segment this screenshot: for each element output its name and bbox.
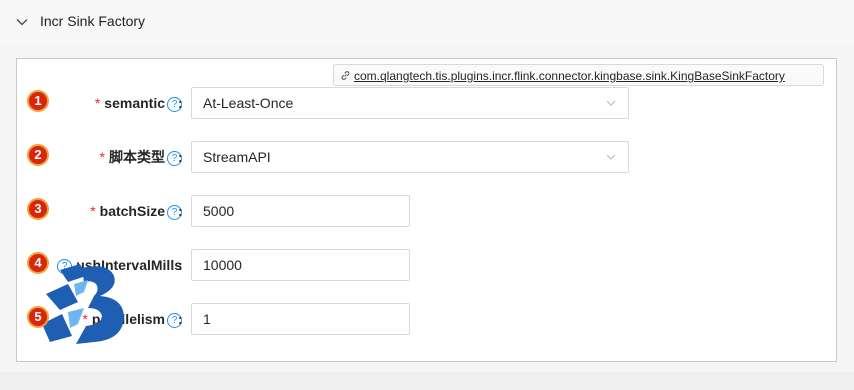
section-title: Incr Sink Factory xyxy=(40,13,146,29)
input-value: 10000 xyxy=(203,257,242,273)
step-badge: 1 xyxy=(27,90,49,112)
chevron-down-icon[interactable] xyxy=(15,15,29,29)
bottom-strip xyxy=(0,372,854,390)
label-colon: : xyxy=(178,203,183,219)
field-label: * batchSize? xyxy=(90,194,182,228)
required-mark: * xyxy=(90,203,96,219)
section-header[interactable]: Incr Sink Factory xyxy=(0,0,854,44)
label-colon: : xyxy=(178,95,183,111)
step-badge: 3 xyxy=(27,198,49,220)
select-value: At-Least-Once xyxy=(203,95,294,111)
step-badge: 2 xyxy=(27,144,49,166)
step-badge: 5 xyxy=(27,306,49,328)
field-label: * 脚本类型? xyxy=(100,140,182,174)
required-mark: * xyxy=(94,95,101,111)
flush-interval-input[interactable]: 10000 xyxy=(191,249,410,281)
field-label-text: semantic xyxy=(104,95,165,111)
input-value: 1 xyxy=(203,311,211,327)
chevron-down-icon xyxy=(606,154,616,160)
input-value: 5000 xyxy=(203,203,235,219)
link-icon xyxy=(341,71,350,81)
field-label-text: 脚本类型 xyxy=(109,149,165,165)
kingbase-logo xyxy=(42,264,124,344)
chevron-down-icon xyxy=(606,100,616,106)
semantic-select[interactable]: At-Least-Once xyxy=(191,87,629,119)
form-row-script-type: 2 * 脚本类型? : StreamAPI xyxy=(0,140,854,174)
script-type-select[interactable]: StreamAPI xyxy=(191,141,629,173)
label-colon: : xyxy=(178,257,183,273)
form-row-batchsize: 3 * batchSize? : 5000 xyxy=(0,194,854,228)
field-label: * semantic? xyxy=(95,86,182,120)
label-colon: : xyxy=(178,311,183,327)
parallelism-input[interactable]: 1 xyxy=(191,303,410,335)
plugin-class-link[interactable]: com.qlangtech.tis.plugins.incr.flink.con… xyxy=(333,64,824,86)
required-mark: * xyxy=(99,149,105,165)
batchsize-input[interactable]: 5000 xyxy=(191,195,410,227)
plugin-class-text: com.qlangtech.tis.plugins.incr.flink.con… xyxy=(354,68,785,83)
select-value: StreamAPI xyxy=(203,149,271,165)
form-row-semantic: 1 * semantic? : At-Least-Once xyxy=(0,86,854,120)
label-colon: : xyxy=(178,149,183,165)
field-label-text: batchSize xyxy=(99,203,165,219)
